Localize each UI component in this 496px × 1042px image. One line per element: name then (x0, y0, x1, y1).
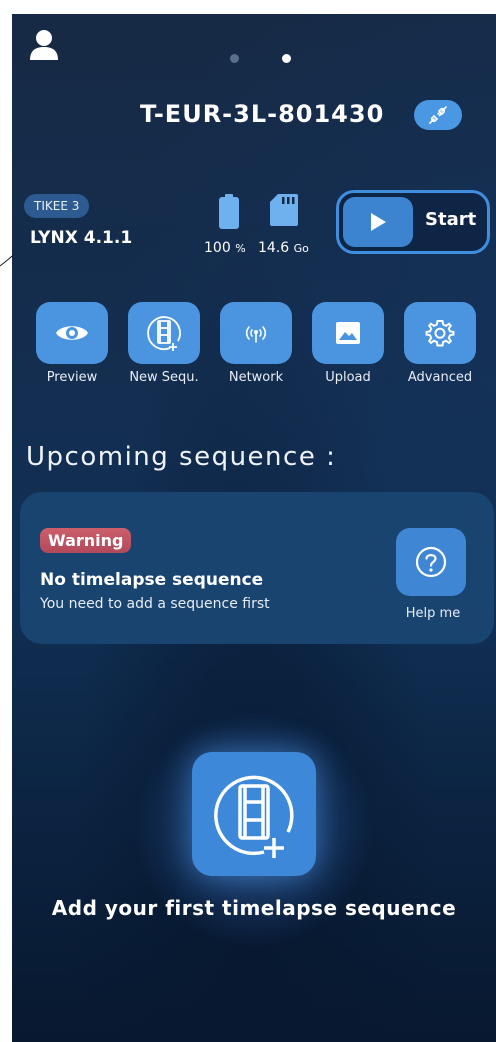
image-icon (336, 322, 360, 344)
no-sequence-message: You need to add a sequence first (40, 596, 270, 612)
upload-label: Upload (325, 370, 371, 385)
app-screen: T-EUR-3L-801430 TIKEE 3 LYNX 4.1.1 100 % (12, 14, 496, 1042)
start-label: Start (425, 209, 477, 230)
advanced-button[interactable]: Advanced (402, 302, 478, 385)
network-label: Network (228, 370, 284, 385)
wifi-signal-icon (245, 326, 267, 343)
help-label: Help me (405, 606, 461, 621)
gear-icon (425, 320, 455, 347)
preview-label: Preview (46, 370, 98, 385)
upcoming-sequence-title: Upcoming sequence : (26, 442, 337, 472)
add-sequence-button[interactable] (192, 752, 316, 876)
eye-icon (56, 326, 88, 340)
annotation-pointer-line (0, 255, 13, 267)
film-add-icon (214, 775, 294, 858)
question-icon (415, 546, 447, 578)
upload-button[interactable]: Upload (310, 302, 386, 385)
new-sequence-label: New Sequ. (129, 370, 199, 385)
start-button[interactable]: Start (336, 190, 490, 254)
sd-card-icon (270, 194, 298, 230)
pager-dot-2[interactable] (282, 54, 291, 63)
play-icon (343, 197, 413, 247)
battery-icon (218, 194, 240, 234)
connection-button[interactable] (414, 100, 462, 130)
warning-badge: Warning (40, 528, 132, 553)
add-sequence-label: Add your first timelapse sequence (51, 896, 457, 920)
new-sequence-button[interactable]: New Sequ. (126, 302, 202, 385)
advanced-label: Advanced (407, 370, 473, 385)
preview-button[interactable]: Preview (34, 302, 110, 385)
network-button[interactable]: Network (218, 302, 294, 385)
storage-free: 14.6 Go (258, 240, 309, 256)
link-icon (429, 106, 447, 124)
help-button[interactable] (396, 528, 466, 596)
pager-dot-1[interactable] (230, 54, 239, 63)
battery-level: 100 % (204, 240, 246, 256)
film-add-icon (147, 316, 181, 351)
upcoming-sequence-card: Warning No timelapse sequence You need t… (20, 492, 494, 644)
model-tag: TIKEE 3 (24, 194, 90, 218)
user-icon[interactable] (28, 28, 60, 62)
device-name: T-EUR-3L-801430 (140, 100, 385, 128)
no-sequence-heading: No timelapse sequence (40, 570, 264, 590)
